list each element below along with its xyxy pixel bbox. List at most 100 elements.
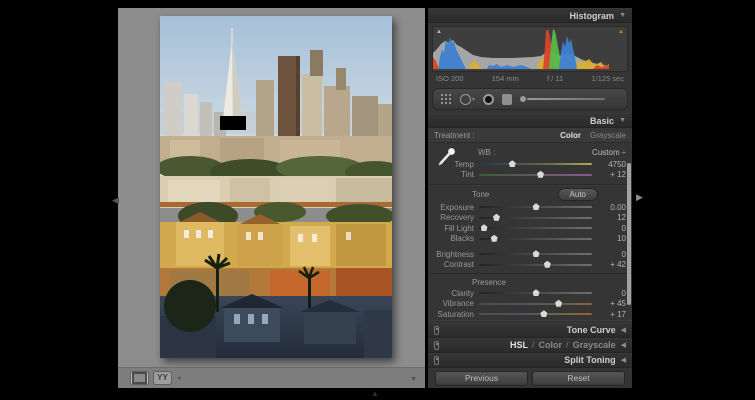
basic-panel-title: Basic [590, 116, 614, 126]
tint-knob[interactable] [537, 171, 544, 178]
grayscale-tab[interactable]: Grayscale [573, 340, 616, 350]
slider-row-clarity: Clarity 0 [428, 288, 632, 299]
treatment-row: Treatment : Color Grayscale [428, 128, 632, 143]
split-toning-panel-header[interactable]: Split Toning ◀ [428, 353, 632, 368]
tint-slider[interactable] [479, 174, 592, 176]
exposure-knob[interactable] [533, 203, 540, 210]
histogram-panel-header[interactable]: Histogram ▼ [428, 8, 632, 23]
tone-curve-expand-icon[interactable]: ◀ [621, 326, 626, 334]
histogram-collapse-icon[interactable]: ▼ [619, 12, 626, 19]
recovery-slider[interactable] [479, 217, 592, 219]
temp-slider[interactable] [479, 163, 592, 165]
auto-tone-button[interactable]: Auto [558, 188, 598, 201]
hsl-switch-icon[interactable] [434, 341, 439, 350]
spot-removal-icon [460, 94, 471, 105]
adjustment-brush-handle [527, 98, 605, 100]
temp-knob[interactable] [509, 160, 516, 167]
white-balance-block: WB : Custom÷ Temp 4750 Tint + 12 [428, 143, 632, 185]
basic-panel-header[interactable]: Basic ▼ [428, 113, 632, 128]
saturation-slider[interactable] [479, 313, 592, 315]
tint-value[interactable]: + 12 [596, 170, 626, 179]
fill-light-knob[interactable] [481, 224, 488, 231]
photo-canvas[interactable] [160, 16, 392, 358]
slider-row-temp: Temp 4750 [428, 159, 632, 170]
clarity-slider[interactable] [479, 292, 592, 294]
blacks-label: Blacks [434, 234, 474, 243]
presence-section: Presence Clarity 0 Vibrance + 45 Saturat… [428, 273, 632, 320]
filmstrip-reveal-icon[interactable]: ▲ [371, 390, 379, 398]
wb-preset-value[interactable]: Custom÷ [592, 148, 626, 157]
vibrance-slider[interactable] [479, 303, 592, 305]
fill-light-value[interactable]: 0 [596, 224, 626, 233]
fill-light-slider[interactable] [479, 227, 592, 229]
color-tab[interactable]: Color [539, 340, 563, 350]
brightness-label: Brightness [434, 250, 474, 259]
loupe-view-button[interactable] [130, 371, 149, 385]
blacks-knob[interactable] [491, 235, 498, 242]
focal-length-value: 154 mm [492, 74, 519, 83]
vibrance-label: Vibrance [434, 299, 474, 308]
hsl-tab[interactable]: HSL [510, 340, 528, 350]
panel-scrollbar[interactable] [627, 163, 631, 305]
contrast-value[interactable]: + 42 [596, 260, 626, 269]
crop-tool-button[interactable] [440, 93, 452, 105]
basic-collapse-icon[interactable]: ▼ [619, 117, 626, 124]
previous-button[interactable]: Previous [435, 371, 528, 386]
saturation-value[interactable]: + 17 [596, 310, 626, 319]
treatment-label: Treatment : [434, 131, 475, 140]
clarity-value[interactable]: 0 [596, 289, 626, 298]
clarity-knob[interactable] [533, 289, 540, 296]
saturation-knob[interactable] [540, 310, 547, 317]
hsl-expand-icon[interactable]: ◀ [621, 341, 626, 349]
blacks-slider[interactable] [479, 238, 592, 240]
treatment-grayscale-option[interactable]: Grayscale [590, 131, 626, 140]
wb-eyedropper-icon[interactable] [436, 147, 458, 167]
brightness-knob[interactable] [533, 250, 540, 257]
highlight-clipping-icon[interactable]: ▲ [618, 29, 624, 35]
spot-removal-button[interactable]: ▾ [460, 94, 475, 105]
shadow-clipping-icon[interactable]: ▲ [436, 29, 442, 35]
slider-row-vibrance: Vibrance + 45 [428, 299, 632, 310]
before-after-button[interactable]: YY [153, 371, 172, 385]
contrast-knob[interactable] [544, 261, 551, 268]
slider-row-exposure: Exposure 0.00 [428, 202, 632, 213]
red-eye-button[interactable] [483, 94, 494, 105]
before-after-menu-icon[interactable]: ▾ [178, 375, 181, 382]
recovery-knob[interactable] [493, 214, 500, 221]
brightness-value[interactable]: 0 [596, 250, 626, 259]
vibrance-value[interactable]: + 45 [596, 299, 626, 308]
split-toning-expand-icon[interactable]: ◀ [621, 356, 626, 364]
slider-row-brightness: Brightness 0 [428, 249, 632, 260]
vibrance-knob[interactable] [555, 300, 562, 307]
tone-label: Tone [472, 190, 489, 199]
tone-curve-panel-header[interactable]: Tone Curve ◀ [428, 323, 632, 338]
hsl-panel-header[interactable]: HSL / Color / Grayscale ◀ [428, 338, 632, 353]
treatment-color-option[interactable]: Color [560, 131, 581, 140]
exposure-slider[interactable] [479, 206, 592, 208]
toolbar-options-icon[interactable]: ▼ [410, 376, 417, 383]
develop-right-panel: Histogram ▼ ▲ ▲ ISO 200 154 mm f / 11 1/… [428, 8, 632, 388]
reset-button[interactable]: Reset [532, 371, 625, 386]
spot-menu-icon: ▾ [472, 96, 475, 103]
blacks-value[interactable]: 10 [596, 234, 626, 243]
left-panel-reveal-icon[interactable]: ◀ [112, 196, 119, 205]
temp-value[interactable]: 4750 [596, 160, 626, 169]
adjustment-brush-icon [520, 96, 526, 102]
exposure-value[interactable]: 0.00 [596, 203, 626, 212]
recovery-value[interactable]: 12 [596, 213, 626, 222]
red-eye-icon [483, 94, 494, 105]
photo-image [160, 16, 392, 358]
exposure-label: Exposure [434, 203, 474, 212]
contrast-slider[interactable] [479, 264, 592, 266]
tool-strip: ▾ [432, 88, 628, 110]
adjustment-brush-button[interactable] [520, 96, 605, 102]
saturation-label: Saturation [434, 310, 474, 319]
histogram-graph [433, 27, 609, 69]
split-toning-switch-icon[interactable] [434, 356, 439, 365]
graduated-filter-button[interactable] [502, 94, 512, 105]
brightness-slider[interactable] [479, 253, 592, 255]
tone-curve-switch-icon[interactable] [434, 326, 439, 335]
crop-icon [440, 93, 452, 105]
histogram-chart[interactable]: ▲ ▲ [432, 26, 628, 72]
right-panel-reveal-icon[interactable]: ▶ [636, 193, 643, 202]
